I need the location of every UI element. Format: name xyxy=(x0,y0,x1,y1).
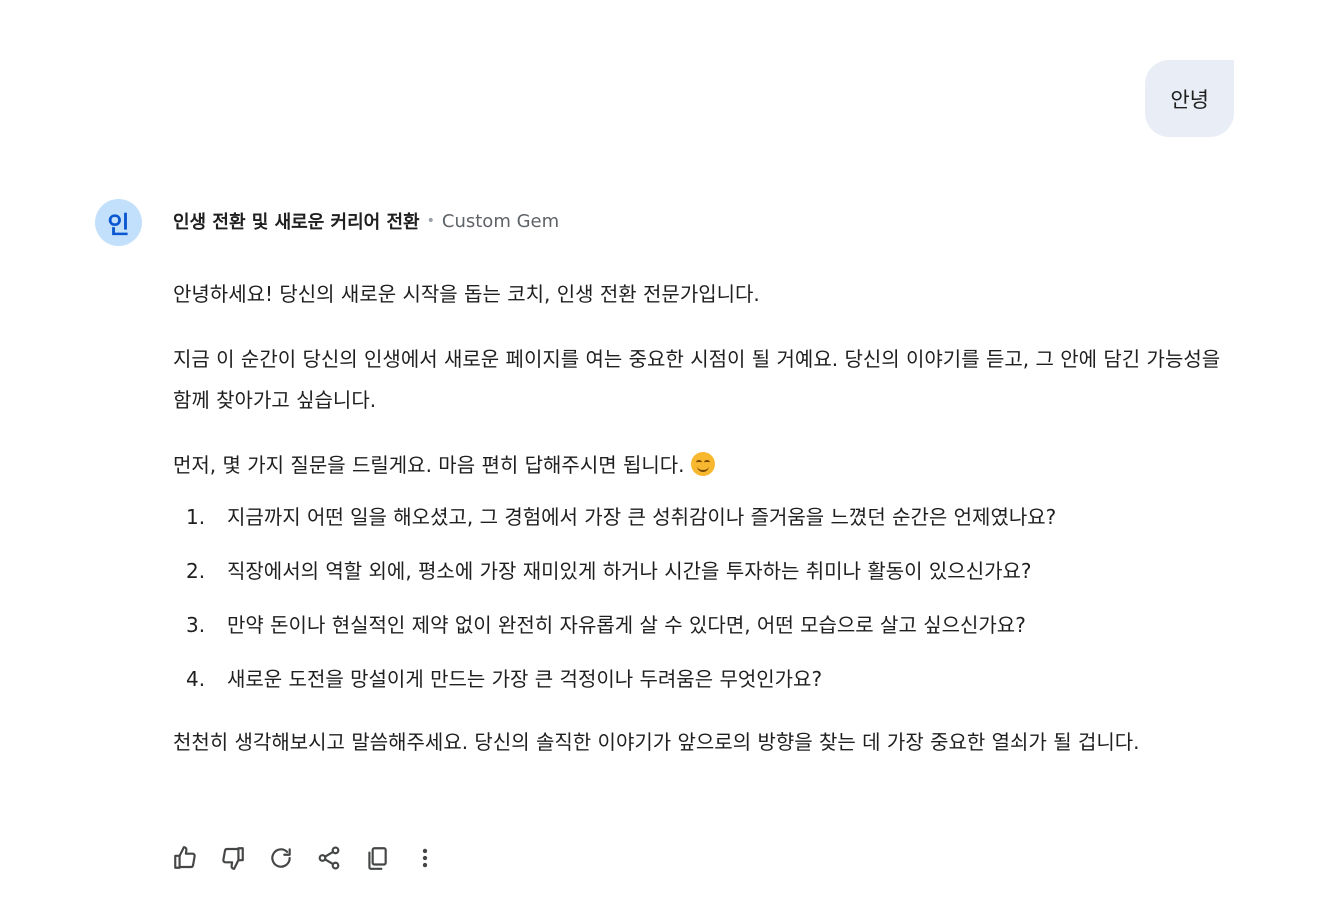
response-paragraph-text: 먼저, 몇 가지 질문을 드릴게요. 마음 편히 답해주시면 됩니다. xyxy=(173,453,685,477)
question-item: 2. 직장에서의 역할 외에, 평소에 가장 재미있게 하거나 시간을 투자하는… xyxy=(173,551,1237,592)
copy-button[interactable] xyxy=(362,843,392,873)
response-actions xyxy=(170,843,458,873)
question-number: 3. xyxy=(186,613,206,637)
gem-name: 인생 전환 및 새로운 커리어 전환 xyxy=(173,212,420,233)
thumbs-down-button[interactable] xyxy=(218,843,248,873)
gem-separator: • xyxy=(426,213,435,229)
response-paragraph: 지금 이 순간이 당신의 인생에서 새로운 페이지를 여는 중요한 시점이 될 … xyxy=(173,347,1221,412)
question-item: 1. 지금까지 어떤 일을 해오셨고, 그 경험에서 가장 큰 성취감이나 즐거… xyxy=(173,497,1237,538)
assistant-response: 안녕하세요! 당신의 새로운 시작을 돕는 코치, 인생 전환 전문가입니다. … xyxy=(173,274,1237,763)
user-message-bubble: 안녕 xyxy=(1145,60,1234,137)
thumbs-up-icon xyxy=(174,846,196,869)
question-text: 직장에서의 역할 외에, 평소에 가장 재미있게 하거나 시간을 투자하는 취미… xyxy=(227,559,1032,583)
response-paragraph-intro: 먼저, 몇 가지 질문을 드릴게요. 마음 편히 답해주시면 됩니다. xyxy=(173,445,1237,486)
gem-type-label: Custom Gem xyxy=(441,210,560,232)
question-text: 지금까지 어떤 일을 해오셨고, 그 경험에서 가장 큰 성취감이나 즐거움을 … xyxy=(227,505,1057,529)
chat-page: 안녕 인 인생 전환 및 새로운 커리어 전환 • Custom Gem 안녕하… xyxy=(0,0,1327,901)
question-text: 만약 돈이나 현실적인 제약 없이 완전히 자유롭게 살 수 있다면, 어떤 모… xyxy=(227,613,1026,637)
regenerate-button[interactable] xyxy=(266,843,296,873)
smiling-face-emoji xyxy=(690,452,715,476)
regenerate-icon xyxy=(271,848,291,868)
share-icon xyxy=(318,846,340,870)
copy-icon xyxy=(368,847,387,870)
share-button[interactable] xyxy=(314,843,344,873)
question-text: 새로운 도전을 망설이게 만드는 가장 큰 걱정이나 두려움은 무엇인가요? xyxy=(227,667,823,691)
response-paragraph: 안녕하세요! 당신의 새로운 시작을 돕는 코치, 인생 전환 전문가입니다. xyxy=(173,282,760,306)
gem-avatar-letter: 인 xyxy=(107,211,130,239)
question-list: 1. 지금까지 어떤 일을 해오셨고, 그 경험에서 가장 큰 성취감이나 즐거… xyxy=(173,497,1237,700)
response-closing: 천천히 생각해보시고 말씀해주세요. 당신의 솔직한 이야기가 앞으로의 방향을… xyxy=(173,730,1140,754)
gem-avatar: 인 xyxy=(95,199,142,246)
question-number: 1. xyxy=(186,505,206,529)
gem-header: 인생 전환 및 새로운 커리어 전환 • Custom Gem xyxy=(173,208,559,234)
more-options-button[interactable] xyxy=(410,843,440,873)
question-item: 4. 새로운 도전을 망설이게 만드는 가장 큰 걱정이나 두려움은 무엇인가요… xyxy=(173,659,1237,700)
question-item: 3. 만약 돈이나 현실적인 제약 없이 완전히 자유롭게 살 수 있다면, 어… xyxy=(173,605,1237,646)
user-message-text: 안녕 xyxy=(1170,87,1209,112)
question-number: 2. xyxy=(186,559,206,583)
thumbs-up-button[interactable] xyxy=(170,843,200,873)
thumbs-down-icon xyxy=(222,847,244,870)
more-vert-icon xyxy=(422,848,428,868)
question-number: 4. xyxy=(186,667,206,691)
